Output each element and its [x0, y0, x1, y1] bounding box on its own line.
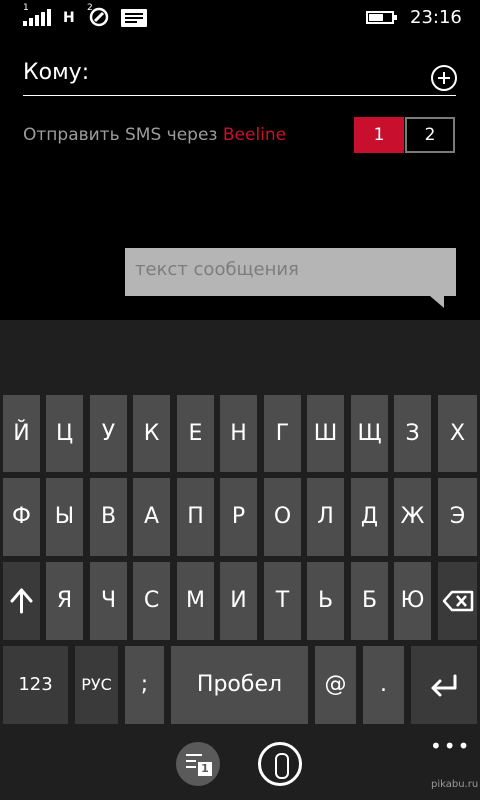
at-key[interactable]: @	[315, 646, 356, 724]
conversations-icon[interactable]: 1	[176, 742, 220, 786]
backspace-icon	[442, 590, 474, 612]
shift-key[interactable]	[3, 562, 40, 640]
key-letter[interactable]: Т	[264, 562, 301, 640]
key-letter[interactable]: Ч	[90, 562, 127, 640]
key-letter[interactable]: З	[394, 395, 431, 472]
status-bar: 1 H 2 23:16	[0, 0, 480, 34]
send-via-prefix: Отправить SMS через	[23, 125, 223, 145]
key-letter[interactable]: У	[90, 395, 127, 472]
sim1-indicator: 1	[23, 3, 29, 13]
key-letter[interactable]: Ы	[46, 478, 83, 556]
numbers-key[interactable]: 123	[3, 646, 68, 724]
message-input[interactable]: текст сообщения	[125, 248, 456, 308]
key-letter[interactable]: Д	[351, 478, 388, 556]
key-letter[interactable]: Б	[351, 562, 388, 640]
key-letter[interactable]: Ж	[394, 478, 431, 556]
dot-key[interactable]: .	[363, 646, 404, 724]
clock: 23:16	[410, 7, 462, 28]
key-letter[interactable]: Г	[264, 395, 301, 472]
key-letter[interactable]: И	[220, 562, 257, 640]
key-letter[interactable]: В	[90, 478, 127, 556]
key-letter[interactable]: Э	[438, 478, 477, 556]
key-letter[interactable]: С	[133, 562, 170, 640]
message-notification-icon	[121, 9, 147, 27]
key-letter[interactable]: Л	[307, 478, 344, 556]
message-placeholder: текст сообщения	[135, 259, 299, 280]
sim-1-button[interactable]: 1	[354, 117, 404, 153]
plus-circle-icon[interactable]	[431, 65, 457, 91]
enter-key[interactable]	[411, 646, 477, 724]
signal-strength-icon: 1	[23, 3, 55, 26]
shift-arrow-icon	[10, 588, 33, 614]
paperclip-icon[interactable]	[258, 742, 302, 786]
semicolon-key[interactable]: ;	[125, 646, 164, 724]
key-letter[interactable]: Ь	[307, 562, 344, 640]
key-letter[interactable]: Х	[438, 395, 477, 472]
key-letter[interactable]: Щ	[351, 395, 388, 472]
key-letter[interactable]: Р	[220, 478, 257, 556]
key-letter[interactable]: А	[133, 478, 170, 556]
battery-icon	[366, 11, 397, 24]
watermark: pikabu.ru	[431, 779, 479, 790]
space-key[interactable]: Пробел	[171, 646, 308, 724]
carrier-name: Beeline	[222, 125, 287, 145]
key-letter[interactable]: Ш	[307, 395, 344, 472]
key-letter[interactable]: Ц	[46, 395, 83, 472]
conversations-badge: 1	[198, 762, 212, 776]
key-letter[interactable]: П	[177, 478, 214, 556]
more-options-button[interactable]: •••	[430, 734, 471, 758]
key-letter[interactable]: М	[177, 562, 214, 640]
key-letter[interactable]: К	[133, 395, 170, 472]
on-screen-keyboard: Й Ц У К Е Н Г Ш Щ З Х Ф Ы В А П Р О Л Д …	[0, 320, 480, 800]
send-via-label: Отправить SMS через Beeline	[23, 125, 286, 145]
network-type: H	[63, 10, 75, 26]
bubble-tail	[430, 296, 444, 308]
language-key[interactable]: РУС	[75, 646, 118, 724]
key-letter[interactable]: Е	[177, 395, 214, 472]
key-letter[interactable]: Я	[46, 562, 83, 640]
sim-2-button[interactable]: 2	[405, 117, 455, 153]
key-letter[interactable]: Н	[220, 395, 257, 472]
recipient-field[interactable]: Кому:	[23, 60, 89, 85]
sim2-signal-icon: 2	[85, 3, 111, 27]
key-letter[interactable]: Й	[3, 395, 40, 472]
sim2-indicator: 2	[87, 3, 93, 13]
key-letter[interactable]: Ю	[394, 562, 431, 640]
enter-icon	[431, 674, 457, 697]
key-letter[interactable]: О	[264, 478, 301, 556]
backspace-key[interactable]	[438, 562, 477, 640]
recipient-underline	[23, 95, 456, 96]
key-letter[interactable]: Ф	[3, 478, 40, 556]
